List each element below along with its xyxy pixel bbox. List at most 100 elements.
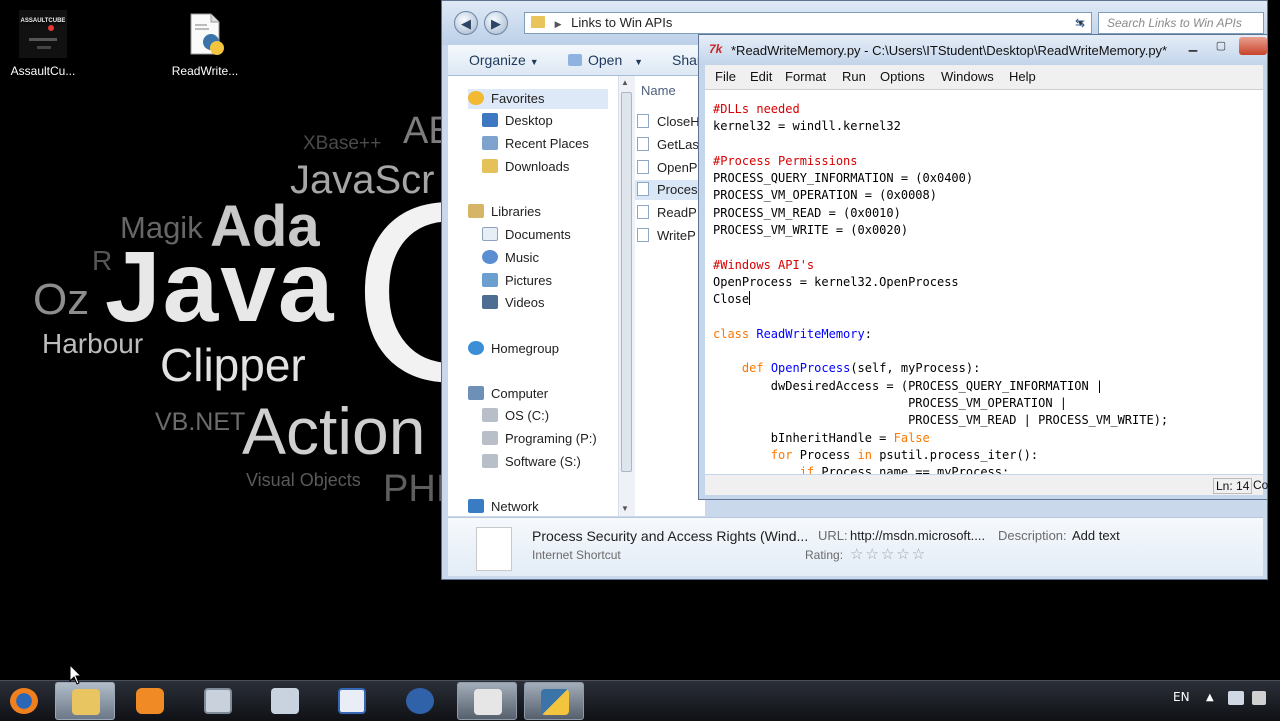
menu-windows[interactable]: Windows — [941, 69, 994, 84]
taskbar-media-player[interactable] — [120, 682, 180, 720]
drive-icon — [482, 408, 498, 422]
network-status-icon[interactable] — [1228, 691, 1244, 705]
file-item-selected[interactable]: Proces — [635, 180, 705, 200]
cloud-word: Visual Objects — [246, 470, 361, 490]
breadcrumb-separator-icon: ▶ — [554, 19, 562, 29]
scroll-down-icon[interactable]: ▼ — [621, 504, 629, 513]
nav-favorites[interactable]: Favorites — [468, 89, 608, 109]
nav-label: Downloads — [505, 159, 570, 174]
navigation-scrollbar[interactable]: ▲ ▼ — [618, 76, 635, 516]
nav-network[interactable]: Network — [468, 497, 539, 516]
chevron-down-icon: ▼ — [529, 57, 539, 67]
code-line: ​ — [713, 309, 1263, 326]
file-item[interactable]: OpenP — [637, 158, 697, 178]
line-status: Ln: 14 — [1213, 478, 1253, 494]
nav-documents[interactable]: Documents — [482, 225, 571, 245]
file-item[interactable]: GetLas — [637, 135, 699, 155]
terminal-icon — [204, 688, 232, 714]
address-bar[interactable]: ▶ Links to Win APIs ▼ — [524, 12, 1092, 34]
language-indicator[interactable]: EN — [1173, 690, 1190, 704]
file-name: Proces — [657, 182, 698, 197]
description-value[interactable]: Add text — [1072, 528, 1120, 543]
volume-icon[interactable] — [1252, 691, 1266, 705]
folder-icon — [531, 16, 545, 28]
nav-label: Recent Places — [505, 136, 589, 151]
search-placeholder: Search Links to Win APIs — [1107, 16, 1242, 30]
menu-format[interactable]: Format — [785, 69, 826, 84]
code-line: dwDesiredAccess = (PROCESS_QUERY_INFORMA… — [713, 378, 1104, 393]
file-name: ReadP — [657, 205, 697, 220]
nav-libraries[interactable]: Libraries — [468, 202, 541, 222]
open-button[interactable]: Open ▼ — [568, 52, 643, 68]
code-editor[interactable]: #DLLs neededkernel32 = windll.kernel32​#… — [705, 90, 1263, 474]
nav-computer[interactable]: Computer — [468, 384, 548, 404]
camera-icon — [474, 689, 502, 715]
file-name: CloseH — [657, 114, 700, 129]
nav-drive-c[interactable]: OS (C:) — [482, 406, 549, 426]
cloud-word: Oz — [33, 275, 90, 324]
forward-button[interactable]: ▶ — [484, 11, 508, 35]
taskbar: EN ▲ — [0, 680, 1280, 721]
nav-desktop[interactable]: Desktop — [482, 111, 553, 131]
file-item[interactable]: WriteP — [637, 226, 696, 246]
taskbar-eclipse[interactable] — [390, 682, 450, 720]
file-item[interactable]: CloseH — [637, 112, 700, 132]
file-item[interactable]: ReadP — [637, 203, 697, 223]
code-line: PROCESS_VM_OPERATION = (0x0008) — [713, 188, 937, 203]
maximize-button[interactable]: ▢ — [1209, 39, 1233, 55]
star-icon — [468, 91, 484, 105]
scrollbar-thumb[interactable] — [621, 92, 632, 472]
taskbar-idle-shell[interactable] — [188, 682, 248, 720]
taskbar-windows-explorer[interactable] — [55, 682, 115, 720]
menu-edit[interactable]: Edit — [750, 69, 772, 84]
taskbar-video-capture[interactable] — [457, 682, 517, 720]
idle-title-bar[interactable]: 7k *ReadWriteMemory.py - C:\Users\ITStud… — [699, 35, 1267, 65]
taskbar-firefox[interactable] — [0, 682, 54, 720]
back-button[interactable]: ◀ — [454, 11, 478, 35]
idle-status-bar: Ln: 14 Co — [705, 475, 1268, 495]
taskbar-visual-basic[interactable] — [322, 682, 382, 720]
scroll-up-icon[interactable]: ▲ — [621, 78, 629, 87]
desktop-icon-assaultcube[interactable]: ASSAULTCUBE AssaultCu... — [4, 10, 82, 78]
idle-editor-window: 7k *ReadWriteMemory.py - C:\Users\ITStud… — [698, 34, 1268, 500]
python-icon — [541, 689, 569, 715]
close-button[interactable] — [1239, 37, 1267, 55]
nav-drive-s[interactable]: Software (S:) — [482, 452, 581, 472]
internet-shortcut-icon — [637, 205, 649, 219]
taskbar-python[interactable] — [524, 682, 584, 720]
url-value[interactable]: http://msdn.microsoft.... — [850, 528, 985, 543]
code-line: ​ — [713, 343, 1263, 360]
taskbar-calculator[interactable] — [255, 682, 315, 720]
documents-icon — [482, 227, 498, 241]
organize-button[interactable]: Organize ▼ — [469, 52, 539, 68]
show-hidden-icons-icon[interactable]: ▲ — [1206, 692, 1214, 703]
search-input[interactable]: Search Links to Win APIs — [1098, 12, 1264, 34]
menu-options[interactable]: Options — [880, 69, 925, 84]
internet-shortcut-icon — [637, 137, 649, 151]
minimize-button[interactable]: ▁ — [1181, 39, 1205, 55]
nav-videos[interactable]: Videos — [482, 293, 545, 313]
code-line: def OpenProcess(self, myProcess): — [741, 361, 981, 376]
column-header-name[interactable]: Name — [641, 83, 676, 98]
idle-menu-bar: File Edit Format Run Options Windows Hel… — [705, 65, 1263, 90]
code-line: PROCESS_VM_OPERATION | — [713, 396, 1068, 411]
nav-pictures[interactable]: Pictures — [482, 271, 552, 291]
menu-run[interactable]: Run — [842, 69, 866, 84]
nav-label: OS (C:) — [505, 408, 550, 423]
address-text: Links to Win APIs — [571, 15, 673, 30]
nav-music[interactable]: Music — [482, 248, 539, 268]
refresh-button[interactable]: ⇆ — [1070, 13, 1090, 33]
menu-help[interactable]: Help — [1009, 69, 1036, 84]
menu-file[interactable]: File — [715, 69, 736, 84]
nav-drive-p[interactable]: Programing (P:) — [482, 429, 597, 449]
forward-arrow-icon: ▶ — [491, 16, 501, 31]
chevron-down-icon: ▼ — [634, 57, 644, 67]
visual-basic-icon — [338, 688, 366, 714]
nav-recent-places[interactable]: Recent Places — [482, 134, 589, 154]
nav-downloads[interactable]: Downloads — [482, 157, 569, 177]
desktop-icon-readwritememory[interactable]: ReadWrite... — [166, 10, 244, 78]
rating-stars[interactable]: ☆☆☆☆☆ — [850, 545, 927, 563]
drive-icon — [482, 431, 498, 445]
nav-homegroup[interactable]: Homegroup — [468, 339, 559, 359]
internet-shortcut-icon — [637, 228, 649, 242]
